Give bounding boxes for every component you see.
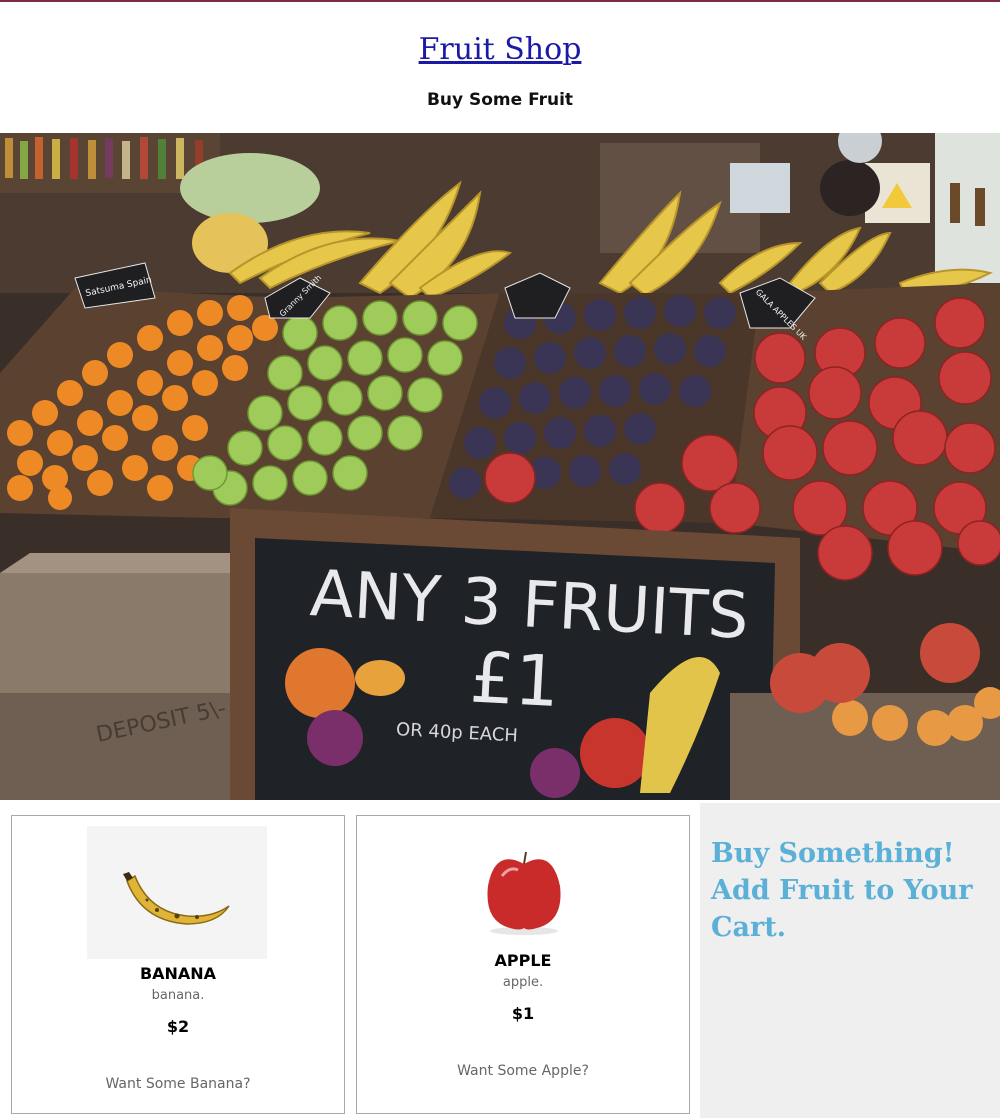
add-banana-link[interactable]: Want Some Banana? (12, 1076, 344, 1092)
product-price: $2 (166, 1017, 190, 1036)
product-description: apple. (502, 975, 544, 990)
site-header: Fruit Shop Buy Some Fruit (0, 2, 1000, 133)
banana-image (87, 826, 267, 959)
add-apple-link[interactable]: Want Some Apple? (357, 1063, 689, 1079)
product-description: banana. (151, 988, 205, 1003)
apple-image (432, 836, 612, 946)
tagline: Buy Some Fruit (426, 90, 574, 110)
product-name: APPLE (494, 951, 552, 970)
product-card-apple[interactable]: APPLE apple. $1 Want Some Apple? (356, 815, 690, 1114)
cart-panel: Buy Something! Add Fruit to Your Cart. (700, 803, 1000, 1118)
sign-line2: £1 (468, 636, 561, 723)
product-price: $1 (511, 1004, 535, 1023)
site-title-link[interactable]: Fruit Shop (0, 32, 1000, 68)
product-card-banana[interactable]: BANANA banana. $2 Want Some Banana? (11, 815, 345, 1114)
cart-empty-message: Buy Something! Add Fruit to Your Cart. (711, 838, 973, 943)
product-name: BANANA (139, 964, 217, 983)
hero-image: ANY 3 FRUITS £1 OR 40p EACH DEPOSIT 5\- … (0, 133, 1000, 800)
